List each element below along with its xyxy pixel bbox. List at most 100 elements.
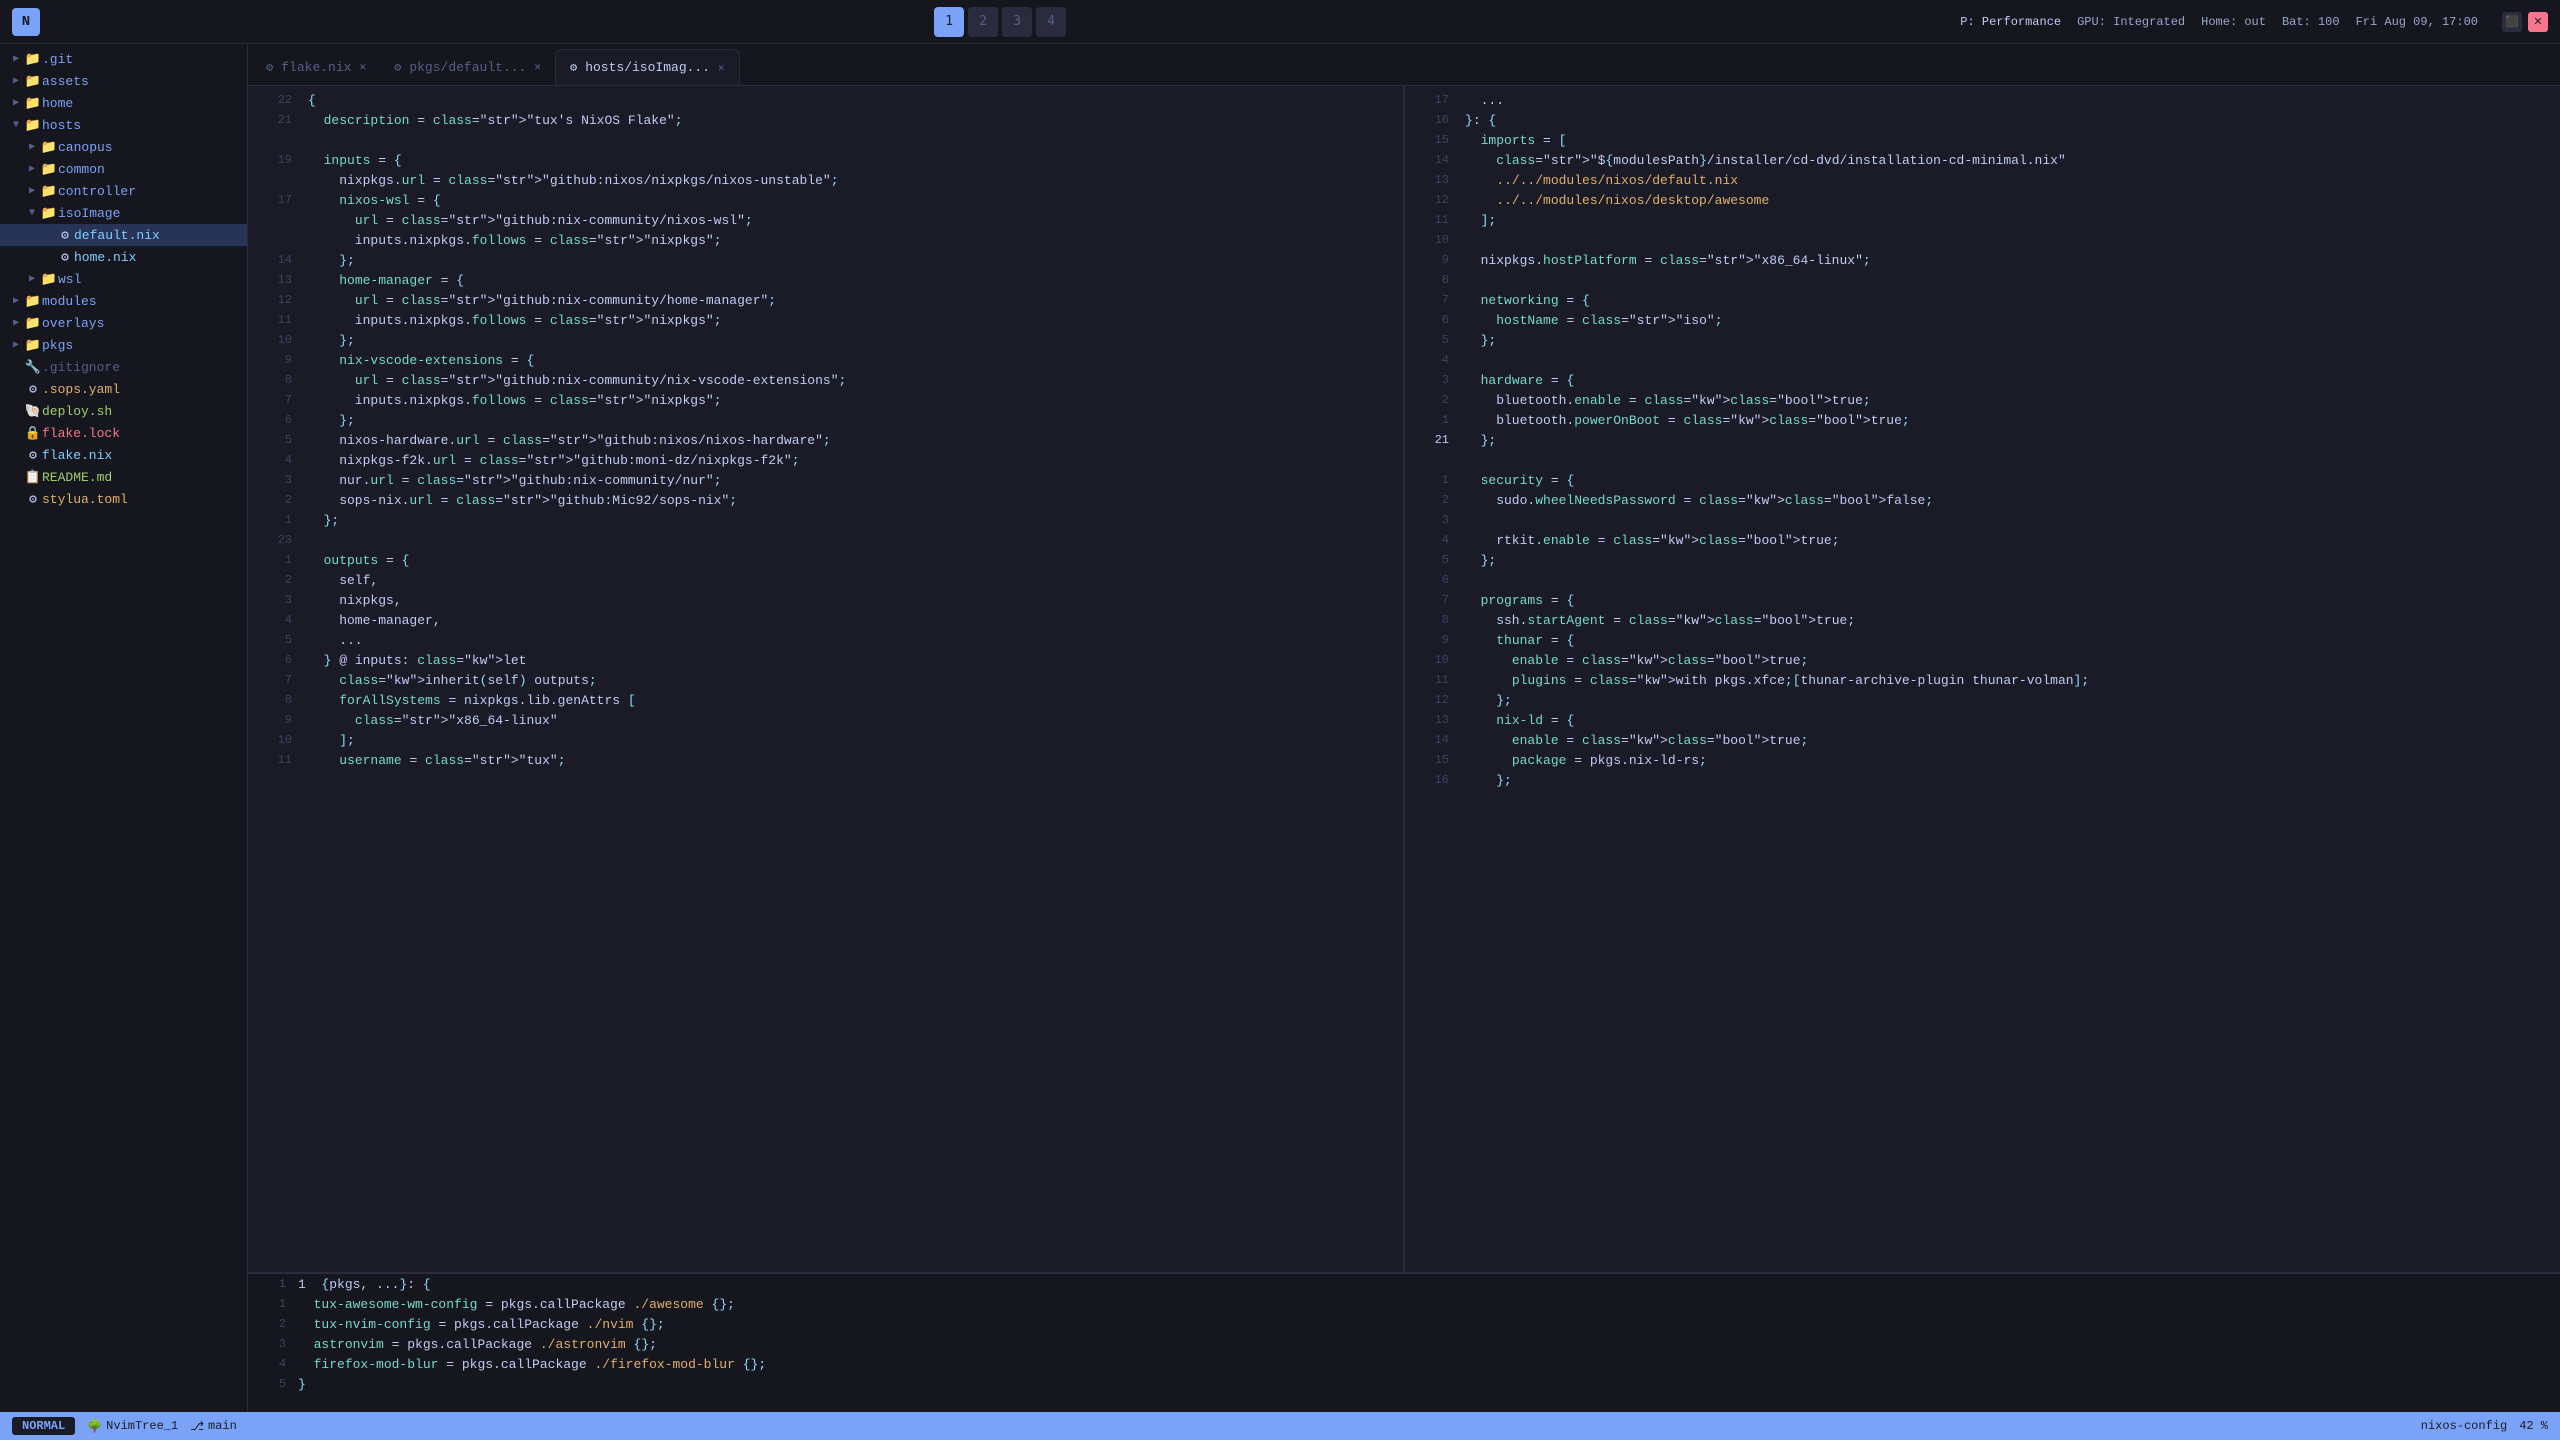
code-line: 9 class="str">"x86_64-linux" xyxy=(248,710,1403,730)
statusbar-right: nixos-config 42 % xyxy=(2421,1419,2548,1433)
editor-area: ⚙ flake.nix ✕ ⚙ pkgs/default... ✕ ⚙ host… xyxy=(248,44,2560,1412)
tab-close-hosts[interactable]: ✕ xyxy=(718,61,725,75)
tree-item-home-nix[interactable]: ⚙ home.nix xyxy=(0,246,247,268)
branch-name: main xyxy=(208,1419,237,1433)
topbar: N 1 2 3 4 P: Performance GPU: Integrated… xyxy=(0,0,2560,44)
tree-item-icon: 📁 xyxy=(24,316,42,331)
line-number: 17 xyxy=(256,193,292,207)
code-line: 12 ../../modules/nixos/desktop/awesome xyxy=(1405,190,2560,210)
line-number: 10 xyxy=(1413,653,1449,667)
code-content: nixpkgs.hostPlatform = class="str">"x86_… xyxy=(1465,253,1863,268)
tree-item-label: stylua.toml xyxy=(42,492,128,507)
code-line: 8 url = class="str">"github:nix-communit… xyxy=(248,370,1403,390)
line-number: 13 xyxy=(1413,173,1449,187)
code-content: security = { xyxy=(1465,473,1574,488)
tree-item-home[interactable]: ▶ 📁 home xyxy=(0,92,247,114)
right-editor-scroll[interactable]: 17 ... 16 }: { 15 imports = [ 14 class="… xyxy=(1405,86,2560,1272)
tree-item-isoimage[interactable]: ▼ 📁 isoImage xyxy=(0,202,247,224)
tab-pkgs-default[interactable]: ⚙ pkgs/default... ✕ xyxy=(380,49,555,85)
tree-item-readme-md[interactable]: 📋 README.md xyxy=(0,466,247,488)
code-line: nixpkgs.url = class="str">"github:nixos/… xyxy=(248,170,1403,190)
code-line: 17 ... xyxy=(1405,90,2560,110)
tree-item-overlays[interactable]: ▶ 📁 overlays xyxy=(0,312,247,334)
bottom-code-line: 5 } xyxy=(248,1374,2560,1394)
code-line: 14 enable = class="kw">class="bool">true… xyxy=(1405,730,2560,750)
left-editor-scroll[interactable]: 22 { 21 description = class="str">"tux's… xyxy=(248,86,1403,1272)
tree-item-canopus[interactable]: ▶ 📁 canopus xyxy=(0,136,247,158)
line-number: 6 xyxy=(1413,573,1449,587)
workspace-1[interactable]: 1 xyxy=(934,7,964,37)
line-number: 5 xyxy=(256,633,292,647)
code-content: home-manager, xyxy=(308,613,441,628)
tree-arrow: ▶ xyxy=(8,53,24,65)
code-content: }; xyxy=(1465,553,1496,568)
code-line: 13 nix-ld = { xyxy=(1405,710,2560,730)
bottom-line-number: 2 xyxy=(256,1317,286,1331)
line-number: 9 xyxy=(256,353,292,367)
workspace-switcher: 1 2 3 4 xyxy=(934,7,1066,37)
tree-item-icon: ⚙ xyxy=(24,448,42,463)
tab-close-flake[interactable]: ✕ xyxy=(359,60,366,74)
bottom-line-number: 5 xyxy=(256,1377,286,1391)
workspace-2[interactable]: 2 xyxy=(968,7,998,37)
code-line: 7 programs = { xyxy=(1405,590,2560,610)
tree-arrow: ▶ xyxy=(24,141,40,153)
tree-item-label: home.nix xyxy=(74,250,136,265)
line-number: 9 xyxy=(1413,253,1449,267)
code-content: username = class="str">"tux" xyxy=(308,753,558,768)
line-number: 8 xyxy=(256,373,292,387)
code-line: 16 }; xyxy=(1405,770,2560,790)
home-label: Home: out xyxy=(2201,15,2266,29)
code-content: class="str">"x86_64-linux" xyxy=(308,713,558,728)
tab-flake-nix[interactable]: ⚙ flake.nix ✕ xyxy=(252,49,380,85)
tree-item-label: isoImage xyxy=(58,206,120,221)
code-line: 2 bluetooth.enable = class="kw">class="b… xyxy=(1405,390,2560,410)
code-line: 16 }: { xyxy=(1405,110,2560,130)
code-line: 11 username = class="str">"tux"; xyxy=(248,750,1403,770)
workspace-3[interactable]: 3 xyxy=(1002,7,1032,37)
code-content: forAllSystems = nixpkgs.lib.genAttrs [ xyxy=(308,693,636,708)
code-content: inputs.nixpkgs.follows = class="str">"ni… xyxy=(308,393,714,408)
tree-item-wsl[interactable]: ▶ 📁 wsl xyxy=(0,268,247,290)
line-number: 14 xyxy=(1413,153,1449,167)
toggle-button[interactable]: ⬛ xyxy=(2502,12,2522,32)
tree-item-deploy-sh[interactable]: 🐚 deploy.sh xyxy=(0,400,247,422)
workspace-4[interactable]: 4 xyxy=(1036,7,1066,37)
tree-item-icon: ⚙ xyxy=(24,492,42,507)
tree-arrow: ▼ xyxy=(8,120,24,131)
bottom-line-number: 1 xyxy=(256,1277,286,1291)
code-line: 8 xyxy=(1405,270,2560,290)
bottom-code-content: tux-awesome-wm-config = pkgs.callPackage… xyxy=(298,1297,735,1312)
tree-item--git[interactable]: ▶ 📁 .git xyxy=(0,48,247,70)
close-button[interactable]: ✕ xyxy=(2528,12,2548,32)
tree-item-modules[interactable]: ▶ 📁 modules xyxy=(0,290,247,312)
tree-item-default-nix[interactable]: ⚙ default.nix xyxy=(0,224,247,246)
code-content: hardware = { xyxy=(1465,373,1574,388)
code-line: 4 rtkit.enable = class="kw">class="bool"… xyxy=(1405,530,2560,550)
tree-item-flake-nix[interactable]: ⚙ flake.nix xyxy=(0,444,247,466)
line-number: 15 xyxy=(1413,753,1449,767)
code-content: ../../modules/nixos/default.nix xyxy=(1465,173,1738,188)
tree-item-icon: 🔧 xyxy=(24,360,42,375)
tree-item--sops-yaml[interactable]: ⚙ .sops.yaml xyxy=(0,378,247,400)
code-content: bluetooth.enable = class="kw">class="boo… xyxy=(1465,393,1863,408)
tab-hosts-isoimage[interactable]: ⚙ hosts/isoImag... ✕ xyxy=(555,49,740,85)
tree-item-label: default.nix xyxy=(74,228,160,243)
tree-item-common[interactable]: ▶ 📁 common xyxy=(0,158,247,180)
git-branch: ⎇ main xyxy=(190,1419,237,1434)
tree-item-pkgs[interactable]: ▶ 📁 pkgs xyxy=(0,334,247,356)
tree-item-stylua-toml[interactable]: ⚙ stylua.toml xyxy=(0,488,247,510)
tree-item-icon: 📋 xyxy=(24,470,42,485)
code-line: 4 nixpkgs-f2k.url = class="str">"github:… xyxy=(248,450,1403,470)
line-number: 8 xyxy=(1413,273,1449,287)
tree-item-icon: 📁 xyxy=(24,52,42,67)
tree-item-hosts[interactable]: ▼ 📁 hosts xyxy=(0,114,247,136)
code-line: 23 xyxy=(248,530,1403,550)
tree-item-controller[interactable]: ▶ 📁 controller xyxy=(0,180,247,202)
tree-item--gitignore[interactable]: 🔧 .gitignore xyxy=(0,356,247,378)
line-number: 21 xyxy=(1413,433,1449,447)
tree-item-flake-lock[interactable]: 🔒 flake.lock xyxy=(0,422,247,444)
code-line: 2 sops-nix.url = class="str">"github:Mic… xyxy=(248,490,1403,510)
tab-close-pkgs[interactable]: ✕ xyxy=(534,60,541,74)
tree-item-assets[interactable]: ▶ 📁 assets xyxy=(0,70,247,92)
